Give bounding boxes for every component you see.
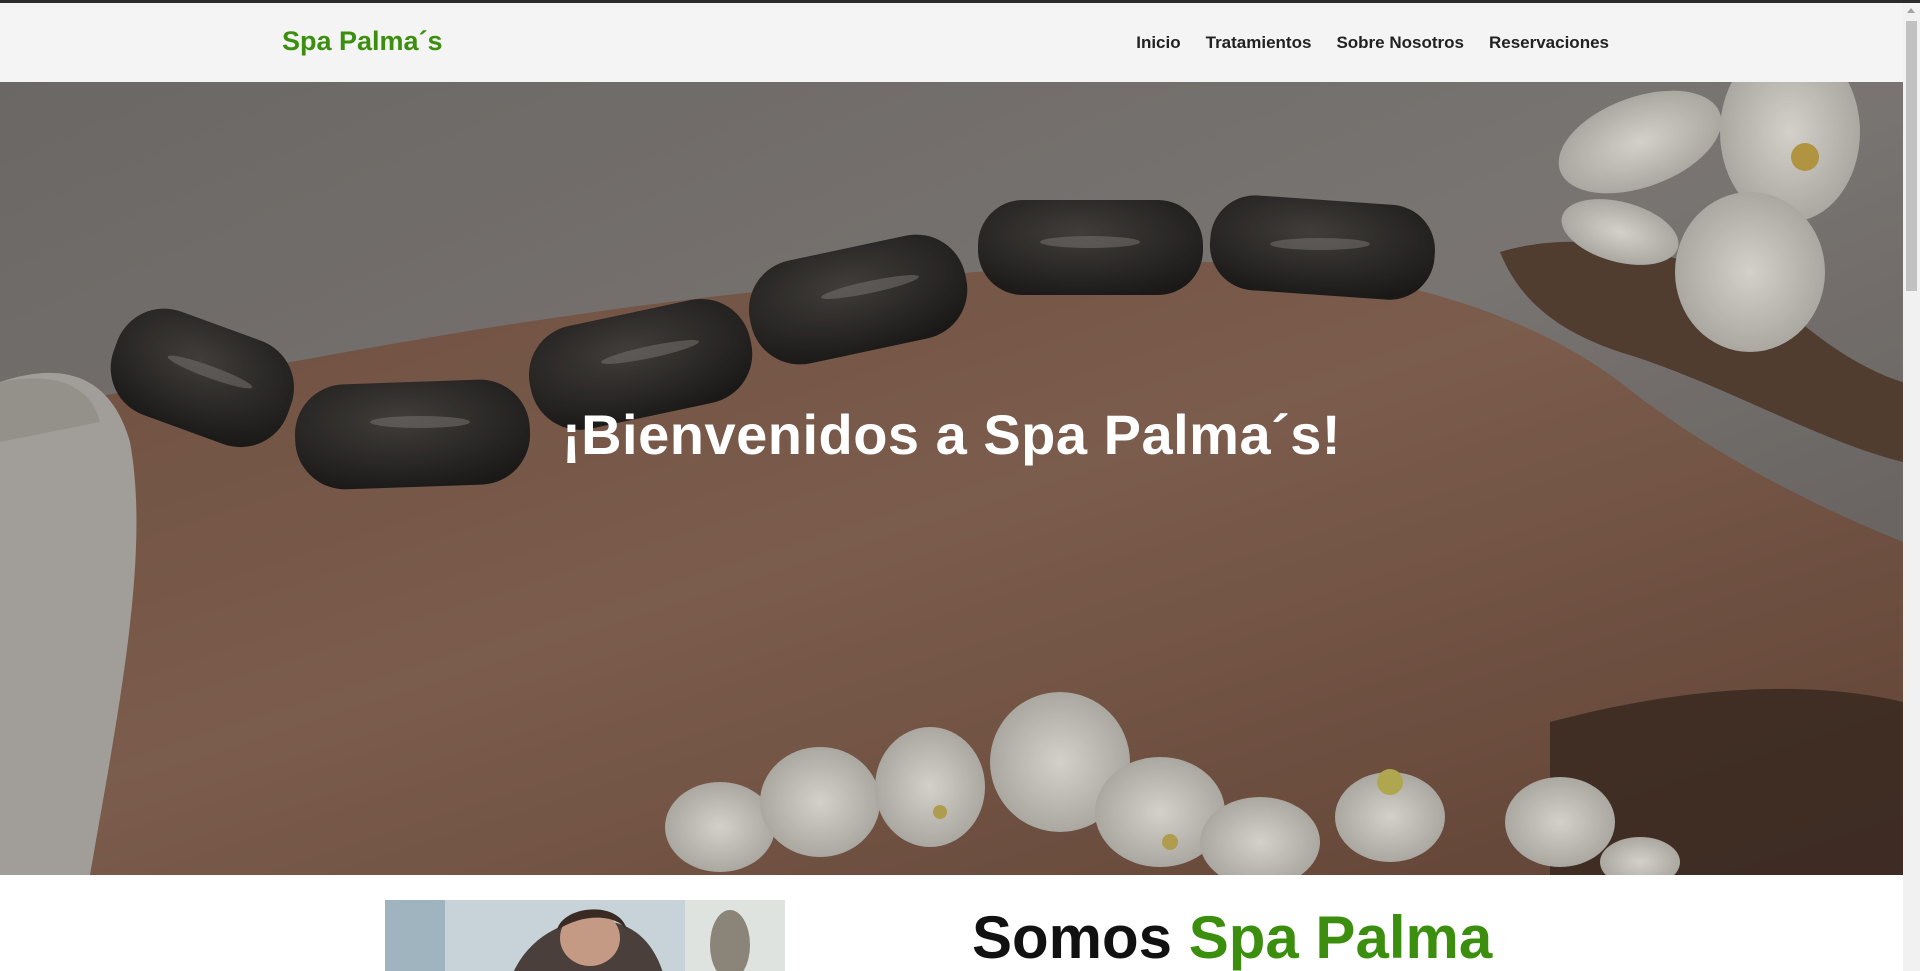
site-header: Spa Palma´s Inicio Tratamientos Sobre No…: [0, 3, 1903, 82]
main-nav: Inicio Tratamientos Sobre Nosotros Reser…: [1136, 33, 1609, 53]
page: Spa Palma´s Inicio Tratamientos Sobre No…: [0, 0, 1920, 971]
about-title-plain: Somos: [972, 904, 1173, 971]
nav-tratamientos[interactable]: Tratamientos: [1206, 33, 1312, 53]
nav-inicio[interactable]: Inicio: [1136, 33, 1180, 53]
scrollbar-thumb[interactable]: [1906, 21, 1917, 291]
hero-background-image: [0, 82, 1903, 875]
nav-sobre-nosotros[interactable]: Sobre Nosotros: [1336, 33, 1464, 53]
nav-reservaciones[interactable]: Reservaciones: [1489, 33, 1609, 53]
about-title-accent: Spa Palma: [1188, 904, 1493, 971]
hero-title: ¡Bienvenidos a Spa Palma´s!: [561, 403, 1342, 466]
scroll-up-arrow-icon[interactable]: [1907, 8, 1915, 13]
therapist-image: [385, 900, 785, 971]
about-title: Somos Spa Palma: [972, 903, 1492, 971]
brand-logo-link[interactable]: Spa Palma´s: [282, 26, 443, 57]
page-scrollbar[interactable]: [1903, 3, 1920, 971]
hero-banner: ¡Bienvenidos a Spa Palma´s!: [0, 82, 1903, 875]
about-section: Somos Spa Palma: [0, 875, 1903, 971]
about-photo: [385, 900, 785, 971]
